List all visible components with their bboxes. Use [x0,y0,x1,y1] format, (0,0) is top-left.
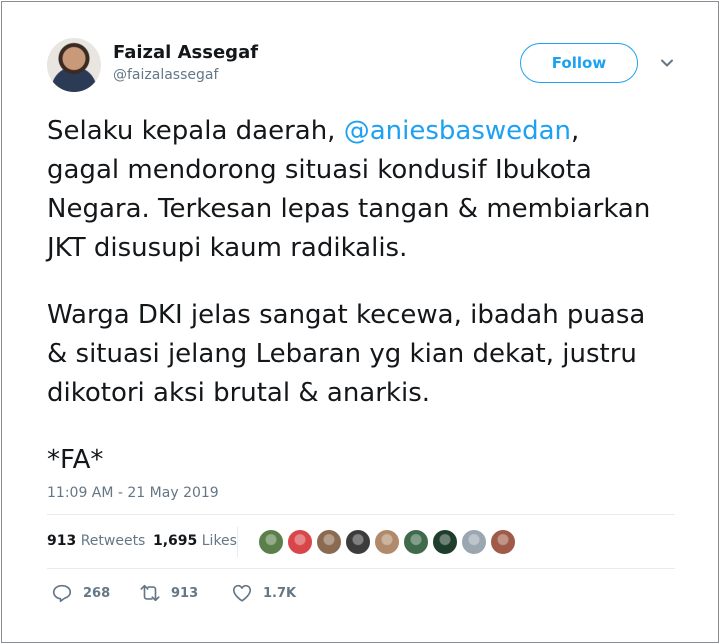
likes-count: 1,695 [153,533,198,549]
heart-icon [232,584,252,602]
liker-avatar[interactable] [374,529,400,555]
tweet-line: gagal mendorong situasi kondusif Ibukota [47,155,592,185]
tweet-line: Negara. Terkesan lepas tangan & membiark… [47,194,651,224]
user-avatar[interactable] [47,38,101,92]
engagement-stats: 913 Retweets 1,695 Likes [47,527,675,557]
retweets-label: Retweets [80,533,146,549]
reply-icon [52,584,72,603]
like-count: 1.7K [263,585,297,601]
liker-avatar[interactable] [432,529,458,555]
follow-button[interactable]: Follow [520,43,638,83]
liker-avatar[interactable] [345,529,371,555]
divider [47,568,675,569]
liker-avatar[interactable] [403,529,429,555]
tweet-text-segment: , [571,116,580,146]
liker-avatar[interactable] [287,529,313,555]
liker-avatar[interactable] [461,529,487,555]
retweets-count: 913 [47,533,77,549]
divider [47,514,675,515]
retweet-button[interactable]: 913 [139,582,198,604]
tweet-actions: 268 913 1.7K [47,582,447,610]
liker-avatar[interactable] [316,529,342,555]
tweet-header: Faizal Assegaf @faizalassegaf Follow [47,38,687,94]
tweet-line: Selaku kepala daerah, @aniesbaswedan, [47,112,687,151]
retweets-stat[interactable]: 913 Retweets [47,533,145,549]
chevron-down-icon[interactable] [659,55,675,71]
reply-button[interactable]: 268 [51,582,110,604]
tweet-line: & situasi jelang Lebaran yg kian dekat, … [47,339,637,369]
author-name[interactable]: Faizal Assegaf [113,42,258,63]
tweet-text-segment: Selaku kepala daerah, [47,116,344,146]
author-handle[interactable]: @faizalassegaf [113,67,218,83]
likes-stat[interactable]: 1,695 Likes [153,533,237,549]
tweet-card: Faizal Assegaf @faizalassegaf Follow Sel… [1,1,719,643]
tweet-text: Selaku kepala daerah, @aniesbaswedan, ga… [47,112,687,480]
stats-divider [237,527,238,557]
tweet-signature: *FA* [47,445,104,475]
retweet-count: 913 [171,585,199,601]
tweet-line: JKT disusupi kaum radikalis. [47,233,408,263]
retweet-icon [140,584,160,602]
reply-count: 268 [83,585,111,601]
tweet-line: dikotori aksi brutal & anarkis. [47,378,431,408]
likes-label: Likes [201,533,237,549]
tweet-line: Warga DKI jelas sangat kecewa, ibadah pu… [47,300,646,330]
liker-avatar[interactable] [258,529,284,555]
mention-link[interactable]: @aniesbaswedan [344,116,571,146]
like-button[interactable]: 1.7K [231,582,296,604]
liker-avatar[interactable] [490,529,516,555]
tweet-timestamp[interactable]: 11:09 AM - 21 May 2019 [47,485,219,501]
